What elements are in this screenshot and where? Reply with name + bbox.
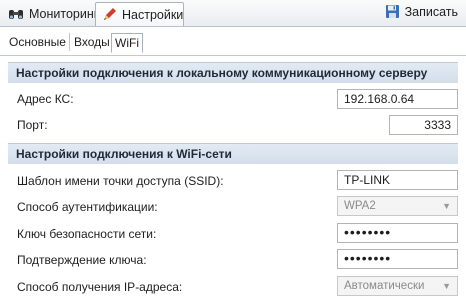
ssid-label: Шаблон имени точки доступа (SSID):: [17, 174, 224, 188]
confirm-input[interactable]: ••••••••: [337, 249, 458, 269]
ip-select-value: Автоматически: [344, 280, 425, 292]
tab-settings-label: Настройки: [122, 7, 184, 22]
auth-select[interactable]: WPA2 ▼: [337, 196, 458, 216]
chevron-down-icon: ▼: [442, 201, 451, 211]
address-input[interactable]: 192.168.0.64: [337, 89, 458, 109]
tab-inputs[interactable]: Входы: [71, 33, 114, 51]
ip-label: Способ получения IP-адреса:: [17, 280, 183, 294]
key-label: Ключ безопасности сети:: [17, 227, 157, 241]
save-label: Записать: [404, 4, 458, 19]
tab-monitoring-label: Мониторинг: [29, 7, 99, 21]
confirm-label: Подтверждение ключа:: [17, 253, 147, 267]
auth-select-value: WPA2: [344, 200, 376, 212]
binoculars-icon: [8, 7, 24, 21]
tab-wifi[interactable]: WiFi: [111, 33, 143, 53]
auth-label: Способ аутентификации:: [17, 200, 158, 214]
section-header-server: Настройки подключения к локальному комму…: [8, 62, 458, 83]
tab-basic[interactable]: Основные: [6, 33, 70, 51]
save-button[interactable]: Записать: [385, 4, 458, 19]
port-input[interactable]: 3333: [389, 115, 458, 135]
port-label: Порт:: [17, 118, 48, 132]
main-toolbar: Мониторинг Настройки Записать: [0, 0, 466, 27]
tab-monitoring[interactable]: Мониторинг: [2, 2, 98, 26]
section-header-wifi: Настройки подключения к WiFi-сети: [8, 143, 458, 164]
ip-select[interactable]: Автоматически ▼: [337, 276, 458, 296]
ssid-input[interactable]: TP-LINK: [337, 170, 458, 190]
pencil-icon: [102, 7, 117, 22]
floppy-disk-icon: [385, 4, 400, 19]
key-input[interactable]: ••••••••: [337, 223, 458, 243]
address-label: Адрес КС:: [17, 92, 74, 106]
subtab-bar: Основные Входы: [0, 27, 466, 56]
tab-settings[interactable]: Настройки: [95, 2, 184, 26]
chevron-down-icon: ▼: [442, 281, 451, 291]
